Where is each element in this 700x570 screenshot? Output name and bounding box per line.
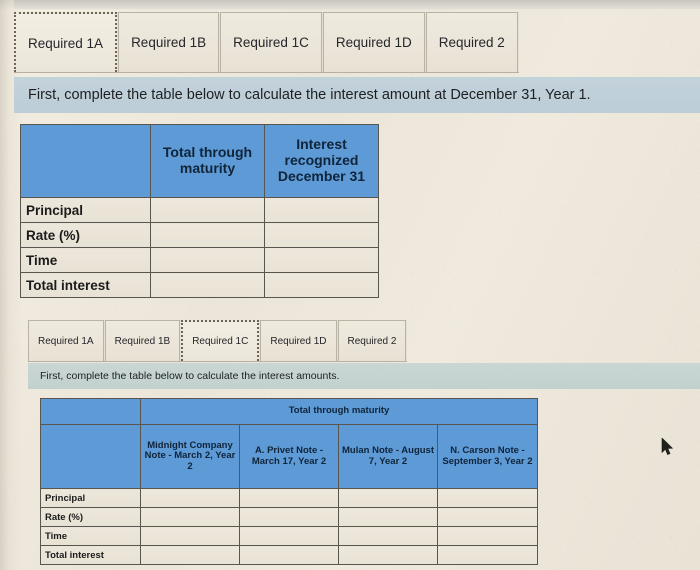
table-bottom-cell-time-carson[interactable] (437, 526, 538, 546)
tab-label: Required 2 (438, 35, 505, 50)
tab-label: Required 2 (347, 335, 397, 347)
table-bottom-col-header-mulan-note: Mulan Note - August 7, Year 2 (338, 424, 438, 489)
table-row: Rate (%) (40, 507, 538, 527)
table-header-row: Total through maturity Interest recogniz… (20, 124, 379, 198)
table-bottom-col-header-midnight-company-note: Midnight Company Note - March 2, Year 2 (140, 424, 240, 489)
instruction-banner-bottom: First, complete the table below to calcu… (28, 363, 700, 389)
table-top-cell-total-interest-dec31[interactable] (264, 272, 379, 298)
table-bottom-cell-time-mulan[interactable] (338, 526, 438, 546)
table-bottom-cell-rate-midnight[interactable] (140, 507, 240, 527)
tab-label: Required 1D (335, 35, 412, 50)
tab-required-1c-secondary[interactable]: Required 1C (181, 320, 260, 361)
tab-required-1d-secondary[interactable]: Required 1D (260, 320, 337, 361)
table-bottom-cell-principal-midnight[interactable] (140, 488, 240, 508)
table-top-cell-rate-total[interactable] (150, 222, 265, 248)
table-bottom-corner-header (40, 398, 141, 425)
table-row: Rate (%) (20, 222, 379, 248)
table-top-cell-principal-dec31[interactable] (264, 197, 379, 223)
table-bottom-group-header-total-through-maturity: Total through maturity (140, 398, 538, 425)
tab-label: Required 1A (38, 335, 94, 347)
tab-label: Required 1C (192, 336, 249, 347)
tab-label: Required 1A (28, 35, 104, 51)
tab-required-1b-secondary[interactable]: Required 1B (104, 320, 181, 361)
table-group-header-row: Total through maturity (40, 398, 538, 425)
table-bottom-cell-total-interest-midnight[interactable] (140, 545, 240, 565)
table-row: Time (20, 247, 379, 273)
table-bottom-corner-header-2 (40, 424, 141, 489)
table-top-cell-time-dec31[interactable] (264, 247, 379, 273)
table-bottom-cell-principal-mulan[interactable] (338, 488, 438, 508)
table-header-row: Midnight Company Note - March 2, Year 2 … (40, 424, 538, 489)
table-top-row-label-principal: Principal (20, 197, 151, 223)
table-top-cell-time-total[interactable] (150, 247, 265, 273)
tab-label: Required 1D (270, 335, 327, 347)
table-top-cell-principal-total[interactable] (150, 197, 265, 223)
tab-required-1a-secondary[interactable]: Required 1A (28, 320, 104, 361)
table-bottom-cell-total-interest-mulan[interactable] (338, 545, 438, 565)
table-bottom-cell-time-midnight[interactable] (140, 526, 240, 546)
table-top-cell-rate-dec31[interactable] (264, 222, 379, 248)
table-row: Total interest (40, 545, 538, 565)
table-bottom-col-header-n-carson-note: N. Carson Note - September 3, Year 2 (437, 424, 538, 489)
table-bottom-row-label-principal: Principal (40, 488, 141, 508)
table-bottom-cell-principal-privet[interactable] (239, 488, 339, 508)
table-bottom-cell-total-interest-privet[interactable] (239, 545, 339, 565)
tab-label: Required 1B (131, 35, 207, 50)
table-bottom-row-label-total-interest: Total interest (40, 545, 141, 565)
instruction-text-top: First, complete the table below to calcu… (28, 87, 591, 103)
table-bottom-cell-rate-mulan[interactable] (338, 507, 438, 527)
top-chrome-strip (14, 0, 700, 9)
table-row: Total interest (20, 272, 379, 298)
table-top-row-label-total-interest: Total interest (20, 272, 151, 298)
tab-bar-primary: Required 1A Required 1B Required 1C Requ… (14, 12, 519, 73)
table-bottom-row-label-rate: Rate (%) (40, 507, 141, 527)
tab-bar-secondary: Required 1A Required 1B Required 1C Requ… (28, 320, 408, 362)
instruction-text-bottom: First, complete the table below to calcu… (40, 370, 340, 382)
table-top-row-label-time: Time (20, 247, 151, 273)
table-row: Principal (20, 197, 379, 223)
table-bottom-cell-rate-carson[interactable] (437, 507, 538, 527)
table-bottom-cell-time-privet[interactable] (239, 526, 339, 546)
tab-required-1a-primary[interactable]: Required 1A (14, 12, 118, 72)
interest-table-top: Total through maturity Interest recogniz… (20, 124, 379, 298)
tab-required-1d-primary[interactable]: Required 1D (322, 12, 425, 72)
tab-required-2-primary[interactable]: Required 2 (425, 12, 518, 72)
tab-required-1b-primary[interactable]: Required 1B (118, 12, 220, 72)
table-top-col-header-interest-recognized-dec31: Interest recognized December 31 (264, 124, 379, 198)
tab-required-2-secondary[interactable]: Required 2 (337, 320, 407, 361)
table-top-corner-header (20, 124, 151, 198)
table-top-cell-total-interest-total[interactable] (150, 272, 265, 298)
interest-table-bottom: Total through maturity Midnight Company … (40, 398, 538, 565)
table-row: Principal (40, 488, 538, 508)
tab-label: Required 1B (114, 335, 171, 347)
table-bottom-cell-rate-privet[interactable] (239, 507, 339, 527)
tab-required-1c-primary[interactable]: Required 1C (220, 12, 322, 72)
table-top-row-label-rate: Rate (%) (20, 222, 151, 248)
table-bottom-cell-principal-carson[interactable] (437, 488, 538, 508)
table-bottom-row-label-time: Time (40, 526, 141, 546)
instruction-banner-top: First, complete the table below to calcu… (14, 77, 700, 113)
tab-label: Required 1C (233, 35, 309, 50)
table-row: Time (40, 526, 538, 546)
table-bottom-col-header-a-privet-note: A. Privet Note - March 17, Year 2 (239, 424, 339, 489)
table-bottom-cell-total-interest-carson[interactable] (437, 545, 538, 565)
table-top-col-header-total-through-maturity: Total through maturity (150, 124, 265, 198)
